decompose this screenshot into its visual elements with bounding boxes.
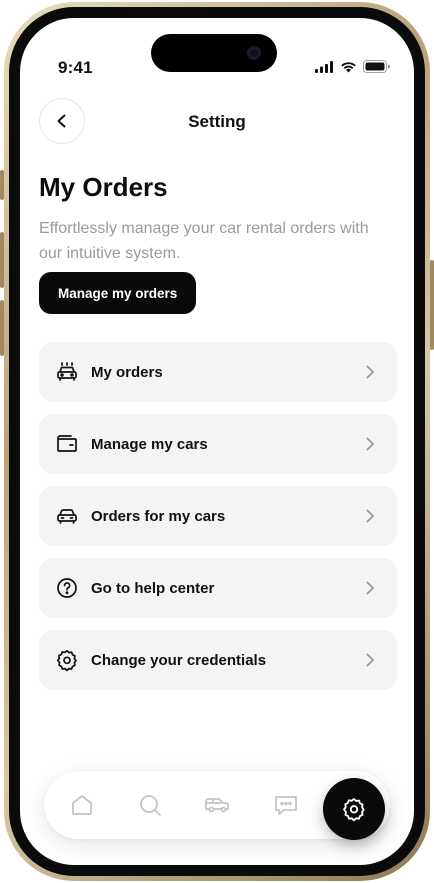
home-icon[interactable] <box>69 792 95 818</box>
page-title: My Orders <box>39 172 168 202</box>
menu-item-label: Manage my cars <box>91 435 208 453</box>
chevron-right-icon <box>366 653 374 667</box>
settings-icon <box>343 798 365 822</box>
menu-item-label: Go to help center <box>91 579 215 597</box>
search-icon[interactable] <box>137 792 163 818</box>
battery-icon <box>363 60 390 73</box>
status-icons <box>315 60 390 73</box>
wifi-icon <box>341 61 356 72</box>
chat-icon[interactable] <box>273 792 299 818</box>
header-title: Setting <box>188 112 246 131</box>
gear-icon <box>55 648 79 672</box>
van-icon[interactable] <box>204 792 230 818</box>
chevron-right-icon <box>366 581 374 595</box>
power-button <box>430 260 434 350</box>
menu-item-help-center[interactable]: Go to help center <box>39 558 397 618</box>
chevron-right-icon <box>366 509 374 523</box>
dynamic-island <box>151 34 277 72</box>
camera-icon <box>247 46 261 60</box>
car-icon <box>55 504 79 528</box>
menu-item-label: Change your credentials <box>91 651 267 669</box>
settings-menu: My orders Manage my cars Orders for my c… <box>39 342 397 702</box>
settings-nav-button[interactable] <box>323 778 385 840</box>
menu-item-manage-cars[interactable]: Manage my cars <box>39 414 397 474</box>
chevron-right-icon <box>366 365 374 379</box>
signal-icon <box>315 60 333 73</box>
help-circle-icon <box>55 576 79 600</box>
chevron-right-icon <box>366 437 374 451</box>
menu-item-my-orders[interactable]: My orders <box>39 342 397 402</box>
action-button <box>0 170 4 200</box>
menu-item-label: Orders for my cars <box>91 507 226 525</box>
phone-bezel: 9:41 Setting My Orders Effortlessly mana… <box>9 7 425 876</box>
menu-item-change-credentials[interactable]: Change your credentials <box>39 630 397 690</box>
phone-frame: 9:41 Setting My Orders Effortlessly mana… <box>4 2 430 881</box>
status-time: 9:41 <box>58 58 93 77</box>
menu-item-orders-for-my-cars[interactable]: Orders for my cars <box>39 486 397 546</box>
wallet-icon <box>55 432 79 456</box>
car-front-icon <box>55 360 79 384</box>
screen: 9:41 Setting My Orders Effortlessly mana… <box>20 18 414 865</box>
volume-up-button <box>0 232 4 288</box>
page-subtitle: Effortlessly manage your car rental orde… <box>39 220 369 262</box>
menu-item-label: My orders <box>91 363 163 381</box>
manage-orders-button[interactable]: Manage my orders <box>39 272 197 314</box>
volume-down-button <box>0 300 4 356</box>
